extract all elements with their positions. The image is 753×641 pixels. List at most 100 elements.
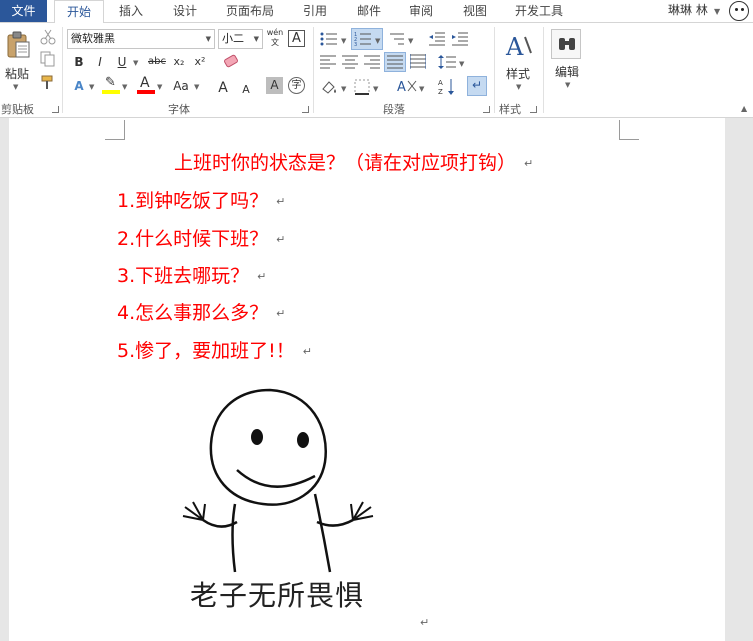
align-right-icon[interactable]	[364, 55, 380, 69]
binoculars-icon	[559, 38, 575, 50]
multilevel-dropdown-icon[interactable]: ▼	[408, 37, 413, 45]
increase-indent-icon[interactable]	[451, 31, 469, 47]
bullets-icon[interactable]	[320, 31, 338, 47]
font-size-select[interactable]: 小二 ▼	[218, 29, 263, 49]
editing-button[interactable]: 编辑	[555, 63, 579, 80]
line-spacing-icon[interactable]	[438, 54, 456, 70]
cut-icon[interactable]	[40, 29, 56, 45]
tab-design[interactable]: 设计	[162, 0, 208, 22]
phonetic-guide-button[interactable]: wén 文	[266, 28, 284, 50]
numbering-button[interactable]: 1 2 3 ▼	[351, 28, 383, 50]
borders-icon[interactable]	[354, 79, 370, 95]
paste-dropdown-icon[interactable]: ▼	[13, 83, 18, 91]
superscript-button[interactable]: x²	[191, 53, 209, 71]
text-effects-button[interactable]: A	[70, 77, 88, 95]
distributed-icon[interactable]	[410, 54, 426, 70]
styles-launcher-icon[interactable]	[530, 106, 537, 113]
change-case-button[interactable]: Aa	[170, 77, 192, 95]
editing-dropdown-icon[interactable]: ▼	[565, 81, 570, 89]
highlight-dropdown-icon[interactable]: ▼	[122, 83, 127, 91]
tab-home[interactable]: 开始	[54, 0, 104, 23]
list-item[interactable]: 4.怎么事那么多？ ↵	[117, 298, 285, 325]
list-item[interactable]: 1.到钟吃饭了吗？ ↵	[117, 186, 285, 213]
user-menu-caret-icon[interactable]: ▼	[714, 7, 720, 16]
multilevel-list-icon[interactable]	[388, 31, 406, 47]
styles-button[interactable]: 样式	[506, 65, 530, 82]
line-spacing-dropdown-icon[interactable]: ▼	[459, 60, 464, 68]
svg-text:3: 3	[354, 42, 357, 47]
group-separator	[62, 27, 63, 113]
paste-icon[interactable]	[5, 31, 31, 59]
font-name-select[interactable]: 微软雅黑 ▼	[67, 29, 215, 49]
highlight-color-bar	[102, 90, 120, 94]
highlighter-icon: ✎	[105, 75, 116, 90]
paragraph-launcher-icon[interactable]	[483, 106, 490, 113]
shrink-font-button[interactable]: A	[237, 81, 255, 99]
strikethrough-button[interactable]: abc	[146, 53, 168, 71]
tab-view[interactable]: 视图	[452, 0, 498, 22]
italic-button[interactable]: I	[91, 53, 109, 71]
chinese-layout-icon[interactable]: A	[396, 77, 418, 95]
underline-dropdown-icon[interactable]: ▼	[133, 59, 138, 67]
clipboard-launcher-icon[interactable]	[52, 106, 59, 113]
justify-button[interactable]	[384, 52, 406, 72]
align-center-icon[interactable]	[342, 55, 358, 69]
font-color-button[interactable]: A	[137, 75, 155, 95]
tab-developer[interactable]: 开发工具	[508, 0, 570, 22]
change-case-dropdown-icon[interactable]: ▼	[194, 83, 199, 91]
borders-dropdown-icon[interactable]: ▼	[373, 85, 378, 93]
tab-mailings[interactable]: 邮件	[346, 0, 392, 22]
tab-file[interactable]: 文件	[0, 0, 47, 22]
grow-font-button[interactable]: A	[214, 79, 232, 97]
tab-review[interactable]: 审阅	[398, 0, 444, 22]
format-painter-icon[interactable]	[40, 75, 56, 91]
chinese-layout-dropdown-icon[interactable]: ▼	[419, 85, 424, 93]
list-item-text: 4.怎么事那么多？	[117, 302, 269, 324]
margin-corner-top-right	[619, 120, 639, 140]
list-item[interactable]: 2.什么时候下班？ ↵	[117, 224, 285, 251]
paragraph-mark-icon: ↵	[524, 157, 534, 170]
group-separator	[313, 27, 314, 113]
tab-insert[interactable]: 插入	[108, 0, 154, 22]
bullets-dropdown-icon[interactable]: ▼	[341, 37, 346, 45]
svg-text:A: A	[397, 80, 406, 95]
char-shading-button[interactable]: A	[266, 77, 283, 94]
highlight-button[interactable]: ✎	[102, 75, 120, 95]
tab-references[interactable]: 引用	[292, 0, 338, 22]
sort-icon[interactable]: AZ	[438, 77, 456, 97]
char-border-button[interactable]: A	[288, 30, 305, 47]
clear-formatting-icon[interactable]	[222, 54, 240, 70]
copy-icon[interactable]	[40, 51, 56, 67]
chevron-down-icon[interactable]: ▼	[254, 30, 259, 48]
avatar[interactable]	[729, 1, 749, 21]
shading-dropdown-icon[interactable]: ▼	[341, 85, 346, 93]
show-marks-button[interactable]: ↵	[467, 76, 487, 96]
svg-text:Z: Z	[438, 88, 443, 96]
underline-button[interactable]: U	[113, 53, 131, 71]
styles-icon[interactable]: A	[505, 31, 533, 61]
subscript-button[interactable]: x₂	[170, 53, 188, 71]
font-launcher-icon[interactable]	[302, 106, 309, 113]
vertical-scrollbar[interactable]	[735, 118, 753, 641]
paragraph-mark-icon: ↵	[257, 270, 267, 283]
list-item[interactable]: 3.下班去哪玩？ ↵	[117, 261, 266, 288]
shading-icon[interactable]	[320, 79, 338, 95]
paste-button[interactable]: 粘贴	[5, 65, 29, 82]
user-name[interactable]: 琳琳 林	[668, 0, 708, 22]
collapse-ribbon-icon[interactable]: ▲	[741, 104, 747, 113]
list-item[interactable]: 5.惨了，要加班了!！ ↵	[117, 336, 312, 363]
font-color-dropdown-icon[interactable]: ▼	[157, 83, 162, 91]
enclose-characters-button[interactable]: 字	[288, 77, 305, 94]
text-effects-dropdown-icon[interactable]: ▼	[89, 83, 94, 91]
numbering-dropdown-icon[interactable]: ▼	[375, 37, 380, 45]
decrease-indent-icon[interactable]	[428, 31, 446, 47]
styles-group-label: 样式	[499, 103, 521, 116]
tab-page-layout[interactable]: 页面布局	[218, 0, 282, 22]
editing-binoculars-box[interactable]	[551, 29, 581, 59]
paragraph-mark-icon: ↵	[472, 78, 483, 92]
styles-dropdown-icon[interactable]: ▼	[516, 83, 521, 91]
align-left-icon[interactable]	[320, 55, 336, 69]
bold-button[interactable]: B	[70, 53, 88, 71]
document-title[interactable]: 上班时你的状态是？（请在对应项打钩） ↵	[174, 148, 533, 175]
chevron-down-icon[interactable]: ▼	[206, 30, 211, 48]
